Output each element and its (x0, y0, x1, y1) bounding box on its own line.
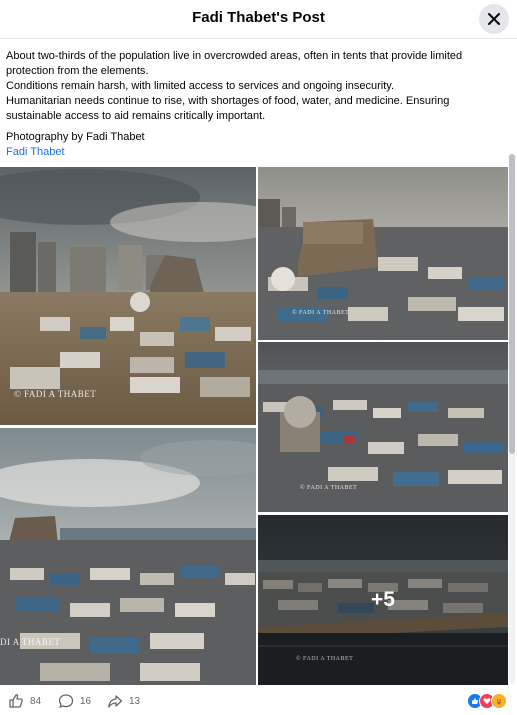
reaction-summary[interactable] (467, 693, 507, 709)
watermark: DI A THABET (0, 637, 61, 647)
care-icon (491, 693, 507, 709)
post-paragraph: Conditions remain harsh, with limited ac… (6, 80, 395, 92)
photo-4[interactable]: DI A THABET (0, 428, 256, 685)
more-photos-count[interactable]: +5 (258, 515, 508, 685)
share-count: 13 (129, 695, 141, 707)
post-footer: 84 16 13 (0, 686, 517, 715)
comment-action[interactable]: 16 (58, 693, 91, 709)
post-text: About two-thirds of the population live … (6, 49, 506, 160)
like-action[interactable]: 84 (8, 693, 41, 709)
comment-icon (58, 694, 74, 709)
photo-credit: Photography by Fadi Thabet (6, 131, 145, 143)
close-icon (488, 13, 500, 25)
close-button[interactable] (479, 4, 509, 34)
author-link[interactable]: Fadi Thabet (6, 145, 506, 160)
post-paragraph: About two-thirds of the population live … (6, 50, 463, 77)
watermark: © FADI A THABET (292, 310, 350, 316)
scrollbar-thumb[interactable] (509, 154, 515, 454)
watermark: © FADI A THABET (300, 485, 358, 491)
share-icon (108, 695, 123, 708)
photo-3[interactable]: © FADI A THABET (258, 342, 508, 512)
like-count: 84 (30, 695, 42, 707)
photo-2[interactable]: © FADI A THABET (258, 167, 508, 340)
thumbs-up-icon (9, 694, 23, 708)
post-paragraph: Humanitarian needs continue to rise, wit… (6, 95, 450, 122)
photo-5-more[interactable]: © FADI A THABET +5 (258, 515, 508, 685)
photo-1[interactable]: © FADI A THABET (0, 167, 256, 425)
share-action[interactable]: 13 (107, 693, 140, 709)
comment-count: 16 (80, 695, 92, 707)
post-header: Fadi Thabet's Post (0, 0, 517, 39)
post-title: Fadi Thabet's Post (192, 9, 325, 26)
watermark: © FADI A THABET (14, 389, 97, 399)
